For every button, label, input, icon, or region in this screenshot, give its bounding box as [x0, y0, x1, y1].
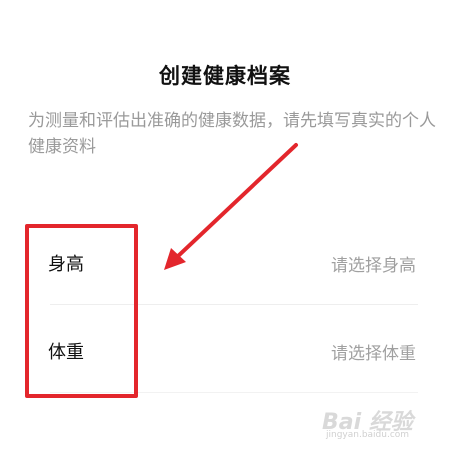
- baidu-jingyan-watermark: Bai 经验 jingyan.baidu.com: [322, 404, 432, 444]
- page-title: 创建健康档案: [159, 64, 291, 88]
- weight-select[interactable]: 请选择体重: [331, 339, 416, 364]
- watermark-logo: Bai 经验: [322, 410, 413, 435]
- watermark-url: jingyan.baidu.com: [326, 430, 410, 440]
- height-row[interactable]: 身高 请选择身高: [28, 220, 418, 306]
- page-subtitle: 为测量和评估出准确的健康数据，请先填写真实的个人健康资料: [28, 111, 436, 157]
- weight-label: 体重: [48, 342, 84, 363]
- row-divider: [50, 304, 418, 305]
- height-label: 身高: [48, 254, 84, 275]
- weight-row[interactable]: 体重 请选择体重: [28, 308, 418, 394]
- health-profile-page: 创建健康档案 为测量和评估出准确的健康数据，请先填写真实的个人健康资料 身高 请…: [0, 0, 450, 450]
- height-select[interactable]: 请选择身高: [331, 251, 416, 276]
- bottom-divider: [50, 392, 418, 393]
